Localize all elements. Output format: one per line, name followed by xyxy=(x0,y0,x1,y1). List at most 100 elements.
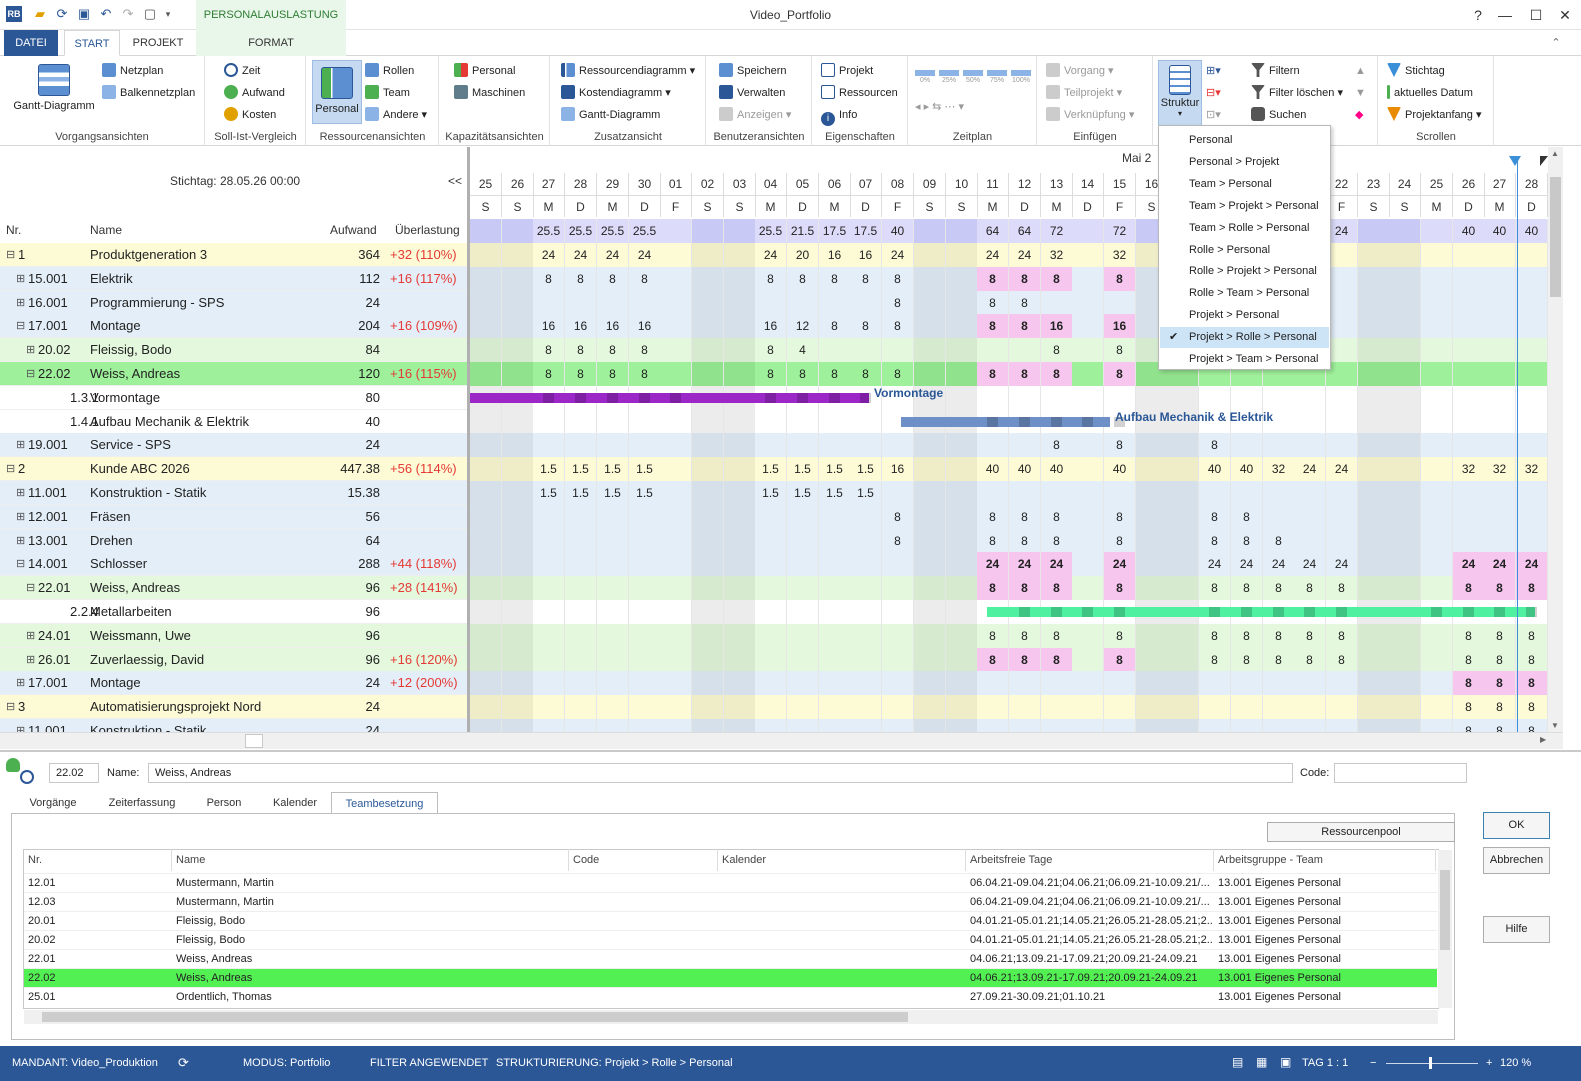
task-row[interactable]: 1.4.1 Aufbau Mechanik & Elektrik 40 xyxy=(0,410,470,434)
expand-icon[interactable]: ⊞ xyxy=(16,433,25,457)
struktur-menu-item[interactable]: Personal > Projekt xyxy=(1160,152,1329,173)
table-vertical-scrollbar[interactable] xyxy=(1438,850,1452,1008)
aktuelles-datum-button[interactable]: aktuelles Datum xyxy=(1387,84,1473,102)
balkennetzplan-button[interactable]: Balkennetzplan xyxy=(102,84,195,102)
zeitplan-indent-icons[interactable]: ◂ ▸ ⇆ ⋯ ▾ xyxy=(915,98,964,116)
table-col-header[interactable]: Name xyxy=(172,849,569,871)
table-row[interactable]: 12.01 Mustermann, Martin 06.04.21-09.04.21… xyxy=(24,873,1437,892)
kostendiagramm-button[interactable]: Kostendiagramm ▾ xyxy=(561,84,671,102)
collapse-icon[interactable]: ⊟ xyxy=(26,362,35,386)
expand-icon[interactable]: ⊞ xyxy=(16,481,25,505)
teilprojekt-button[interactable]: Teilprojekt ▾ xyxy=(1046,84,1122,102)
aufwand-button[interactable]: Aufwand xyxy=(224,84,285,102)
struktur-menu-item[interactable]: Rolle > Projekt > Personal xyxy=(1160,261,1329,282)
struktur-level-icon[interactable]: ⊡▾ xyxy=(1206,106,1221,124)
tab-start[interactable]: START xyxy=(64,30,120,56)
vertical-scrollbar[interactable]: ▲ ▼ xyxy=(1548,147,1563,732)
timeline-grid[interactable]: Mai 2 25 S 26 S 27 M 28 D 29 M 30 D 01 F 02 S 03 S 04 M 05 D 0… xyxy=(470,147,1548,732)
task-row[interactable]: ⊟ 22.01 Weiss, Andreas 96 +28 (141%) xyxy=(0,576,470,600)
table-row[interactable]: 20.02 Fleissig, Bodo 04.01.21-05.01.21;14.… xyxy=(24,930,1437,949)
eig-ressourcen-button[interactable]: Ressourcen xyxy=(821,84,898,102)
task-row[interactable]: ⊞ 26.01 Zuverlaessig, David 96 +16 (120%) xyxy=(0,648,470,672)
struktur-menu-item[interactable]: Team > Projekt > Personal xyxy=(1160,196,1329,217)
table-row[interactable]: 22.02 Weiss, Andreas 04.06.21;13.09.21-17.… xyxy=(24,968,1437,987)
struktur-menu-item[interactable]: Team > Rolle > Personal xyxy=(1160,218,1329,239)
zeitplan-75-button[interactable]: 75% xyxy=(987,70,1007,88)
hilfe-button[interactable]: Hilfe xyxy=(1483,916,1550,943)
task-row[interactable]: ⊞ 12.001 Fräsen 56 xyxy=(0,505,470,529)
col-header-ueberlastung[interactable]: Überlastung xyxy=(395,219,460,241)
struktur-expand-icon[interactable]: ⊞▾ xyxy=(1206,62,1221,80)
close-icon[interactable]: ✕ xyxy=(1550,4,1580,26)
expand-icon[interactable]: ⊞ xyxy=(16,505,25,529)
scroll-down-icon[interactable]: ▼ xyxy=(1551,721,1559,730)
task-bar[interactable] xyxy=(987,607,1537,617)
task-row[interactable]: ⊟ 3 Automatisierungsprojekt Nord 24 xyxy=(0,695,470,719)
table-scroll-thumb[interactable] xyxy=(1440,870,1450,950)
filter-up-icon[interactable]: ▲ xyxy=(1355,62,1366,80)
filter-loeschen-button[interactable]: Filter löschen ▾ xyxy=(1251,84,1343,102)
task-row[interactable]: ⊞ 20.02 Fleissig, Bodo 84 xyxy=(0,338,470,362)
view-normal-icon[interactable]: ▤ xyxy=(1232,1055,1243,1069)
zoom-slider-track[interactable] xyxy=(1386,1063,1478,1064)
detail-tab[interactable]: Kalender xyxy=(262,792,328,814)
collapse-icon[interactable]: ⊟ xyxy=(16,314,25,338)
task-row[interactable]: ⊞ 15.001 Elektrik 112 +16 (117%) xyxy=(0,267,470,291)
collapse-icon[interactable]: ⊟ xyxy=(26,576,35,600)
task-row[interactable]: 2.2.4 Metallarbeiten 96 xyxy=(0,600,470,624)
kap-personal-button[interactable]: Personal xyxy=(454,62,515,80)
task-row[interactable]: ⊟ 14.001 Schlosser 288 +44 (118%) xyxy=(0,552,470,576)
table-row[interactable]: 25.01 Ordentlich, Thomas 27.09.21-30.09.21… xyxy=(24,987,1437,1006)
sync-icon[interactable]: ⟳ xyxy=(178,1055,189,1071)
col-header-aufwand[interactable]: Aufwand xyxy=(330,219,377,241)
horizontal-scrollbar[interactable]: ▶ xyxy=(0,732,1563,749)
zoom-out-icon[interactable]: − xyxy=(1370,1057,1376,1069)
struktur-collapse-icon[interactable]: ⊟▾ xyxy=(1206,84,1221,102)
zoom-slider-thumb[interactable] xyxy=(1429,1057,1432,1069)
eraser-icon[interactable]: ◆ xyxy=(1355,106,1363,124)
table-row[interactable]: 20.01 Fleissig, Bodo 04.01.21-05.01.21;14.… xyxy=(24,911,1437,930)
info-button[interactable]: i Info xyxy=(821,106,857,126)
collapse-icon[interactable]: ⊟ xyxy=(6,243,15,267)
struktur-menu-item[interactable]: Team > Personal xyxy=(1160,174,1329,195)
col-header-name[interactable]: Name xyxy=(90,219,122,241)
table-row[interactable]: 22.01 Weiss, Andreas 04.06.21;13.09.21-17.… xyxy=(24,949,1437,968)
detail-tab[interactable]: Vorgänge xyxy=(22,792,84,814)
task-row[interactable]: 1.3.1 Vormontage 80 xyxy=(0,386,470,410)
task-row[interactable]: ⊞ 13.001 Drehen 64 xyxy=(0,529,470,553)
vertical-scroll-thumb[interactable] xyxy=(1550,177,1561,297)
detail-tab[interactable]: Zeiterfassung xyxy=(100,792,184,814)
tab-projekt[interactable]: PROJEKT xyxy=(126,30,190,56)
collapse-icon[interactable]: ⊟ xyxy=(16,552,25,576)
table-col-header[interactable]: Nr. xyxy=(24,849,172,871)
tab-datei[interactable]: DATEI xyxy=(4,30,58,56)
collapse-icon[interactable]: ⊟ xyxy=(6,457,15,481)
verknuepfung-button[interactable]: Verknüpfung ▾ xyxy=(1046,106,1134,124)
speichern-button[interactable]: Speichern xyxy=(719,62,787,80)
detail-tab[interactable]: Teambesetzung xyxy=(331,792,438,814)
filtern-button[interactable]: Filtern xyxy=(1251,62,1300,80)
tab-format[interactable]: FORMAT xyxy=(196,30,346,56)
zeit-button[interactable]: Zeit xyxy=(224,62,260,80)
task-row[interactable]: ⊞ 24.01 Weissmann, Uwe 96 xyxy=(0,624,470,648)
resource-id-field[interactable]: 22.02 xyxy=(49,763,99,783)
expand-icon[interactable]: ⊞ xyxy=(16,671,25,695)
zeitplan-25-button[interactable]: 25% xyxy=(939,70,959,88)
table-col-header[interactable]: Arbeitsfreie Tage xyxy=(966,849,1214,871)
filter-down-icon[interactable]: ▼ xyxy=(1355,84,1366,102)
table-col-header[interactable]: Kalender xyxy=(718,849,966,871)
code-field[interactable] xyxy=(1334,763,1467,783)
struktur-menu-item[interactable]: Personal xyxy=(1160,130,1329,151)
struktur-menu-item[interactable]: Projekt > Personal xyxy=(1160,305,1329,326)
zeitplan-0-button[interactable]: 0% xyxy=(915,70,935,88)
task-row[interactable]: ⊞ 11.001 Konstruktion - Statik 15.38 xyxy=(0,481,470,505)
rollen-button[interactable]: Rollen xyxy=(365,62,414,80)
suchen-button[interactable]: Suchen xyxy=(1251,106,1306,124)
ressourcendiagramm-button[interactable]: Ressourcendiagramm ▾ xyxy=(561,62,695,80)
maximize-icon[interactable]: ☐ xyxy=(1521,4,1551,26)
grid-splitter[interactable] xyxy=(467,147,470,732)
personal-view-button[interactable]: Personal xyxy=(312,60,362,124)
table-col-header[interactable]: Code xyxy=(569,849,718,871)
view-grid-icon[interactable]: ▦ xyxy=(1256,1055,1267,1069)
projektanfang-button[interactable]: Projektanfang ▾ xyxy=(1387,106,1481,124)
